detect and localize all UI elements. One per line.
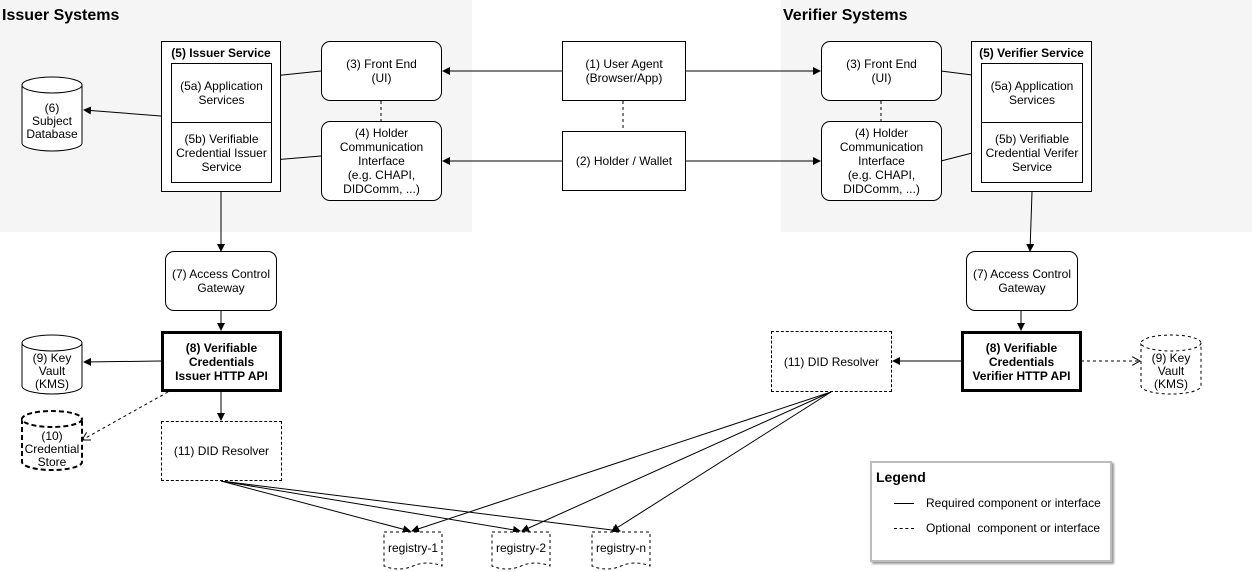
dashed-line-icon bbox=[894, 527, 914, 529]
issuer-did-resolver-box[interactable]: (11) DID Resolver bbox=[161, 421, 282, 481]
issuer-api-box[interactable]: (8) Verifiable Credentials Issuer HTTP A… bbox=[161, 331, 282, 392]
verifier-service-title: (5) Verifier Service bbox=[979, 46, 1084, 60]
verifier-app-services-box[interactable]: (5a) Application Services bbox=[981, 63, 1083, 123]
verifier-api-box[interactable]: (8) Verifiable Credentials Verifier HTTP… bbox=[961, 331, 1082, 392]
edge-verifier-resolver-registry1 bbox=[411, 391, 832, 533]
legend-item-required: Required component or interface bbox=[894, 496, 1101, 510]
holder-wallet-box[interactable]: (2) Holder / Wallet bbox=[562, 131, 686, 191]
edge-issuer-resolver-registryn bbox=[220, 480, 621, 535]
user-agent-box[interactable]: (1) User Agent (Browser/App) bbox=[562, 41, 686, 101]
issuer-app-services-box[interactable]: (5a) Application Services bbox=[171, 63, 272, 123]
issuer-service-box[interactable]: (5) Issuer Service (5a) Application Serv… bbox=[161, 41, 281, 192]
verifier-front-end-box[interactable]: (3) Front End (UI) bbox=[821, 41, 942, 101]
issuer-key-vault-label: (9) Key Vault (KMS) bbox=[32, 351, 72, 391]
edge-issuerservice-subjectdb bbox=[83, 106, 162, 117]
edge-verifierservice-gateway bbox=[1026, 191, 1035, 252]
edge-verifier-resolver-registryn bbox=[611, 391, 832, 532]
issuer-vc-service-box[interactable]: (5b) Verifiable Credential Issuer Servic… bbox=[171, 122, 272, 183]
solid-line-icon bbox=[894, 502, 914, 504]
legend-item-optional: Optional component or interface bbox=[894, 521, 1100, 535]
verifier-did-resolver-box[interactable]: (11) DID Resolver bbox=[771, 331, 892, 392]
edge-issuer-api-credstore bbox=[82, 391, 169, 440]
legend-title: Legend bbox=[876, 469, 926, 485]
issuer-service-title: (5) Issuer Service bbox=[171, 46, 271, 60]
registry-1-label: registry-1 bbox=[387, 541, 438, 555]
edge-issuer-api-keyvault bbox=[83, 357, 162, 366]
edge-issuer-resolver-registry2 bbox=[220, 480, 521, 534]
verifier-key-vault-label: (9) Key Vault (KMS) bbox=[1151, 351, 1191, 391]
verifier-vc-service-box[interactable]: (5b) Verifiable Credential Verifer Servi… bbox=[981, 122, 1083, 183]
registry-2-label: registry-2 bbox=[495, 541, 546, 555]
edge-issuer-resolver-registry1 bbox=[220, 480, 411, 534]
legend: Legend Required component or interface O… bbox=[870, 461, 1112, 562]
verifier-holder-comm-box[interactable]: (4) Holder Communication Interface (e.g.… bbox=[821, 121, 942, 201]
subject-database-label: (6) Subject Database bbox=[26, 101, 78, 141]
issuer-front-end-box[interactable]: (3) Front End (UI) bbox=[321, 41, 442, 101]
verifier-service-box[interactable]: (5) Verifier Service (5a) Application Se… bbox=[971, 41, 1092, 192]
registry-n-label: registry-n bbox=[595, 541, 646, 555]
legend-item-label: Required component or interface bbox=[926, 496, 1101, 510]
issuer-gateway-box[interactable]: (7) Access Control Gateway bbox=[165, 251, 277, 311]
credential-store-label: (10) Credential Store bbox=[24, 429, 80, 469]
issuer-holder-comm-box[interactable]: (4) Holder Communication Interface (e.g.… bbox=[321, 121, 442, 201]
verifier-gateway-box[interactable]: (7) Access Control Gateway bbox=[966, 251, 1078, 311]
edge-verifier-resolver-registry2 bbox=[521, 391, 832, 532]
legend-item-label: Optional component or interface bbox=[926, 521, 1101, 535]
